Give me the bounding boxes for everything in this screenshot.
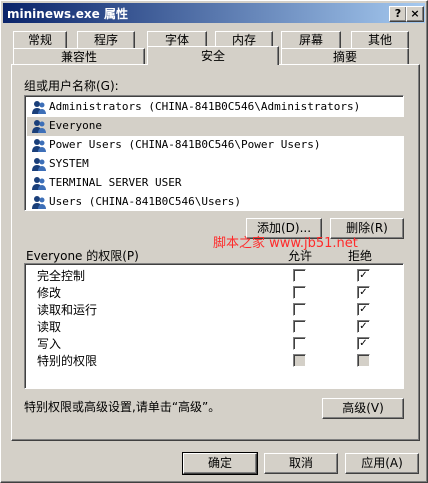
list-item[interactable]: Everyone bbox=[27, 117, 405, 136]
tab-compatibility[interactable]: 兼容性 bbox=[13, 48, 145, 65]
tab-summary[interactable]: 摘要 bbox=[281, 48, 409, 65]
user-name: TERMINAL SERVER USER bbox=[49, 176, 182, 189]
cancel-button[interactable]: 取消 bbox=[264, 453, 338, 474]
permission-name: 读取 bbox=[37, 320, 62, 334]
user-name: Power Users (CHINA-841B0C546\Power Users… bbox=[49, 138, 321, 151]
advanced-button[interactable]: 高级(V) bbox=[322, 398, 404, 419]
groups-list[interactable]: Administrators (CHINA-841B0C546\Administ… bbox=[24, 95, 405, 212]
deny-checkbox[interactable]: ✓ bbox=[357, 320, 370, 333]
allow-checkbox[interactable] bbox=[293, 303, 306, 316]
help-button[interactable]: ? bbox=[389, 6, 407, 22]
allow-checkbox[interactable] bbox=[293, 320, 306, 333]
permission-row: 完全控制 ✓ bbox=[33, 266, 393, 283]
deny-checkbox[interactable]: ✓ bbox=[357, 269, 370, 282]
ok-button[interactable]: 确定 bbox=[182, 452, 258, 475]
user-name: SYSTEM bbox=[49, 157, 89, 170]
user-group-icon bbox=[32, 139, 46, 152]
permission-row: 读取和运行 ✓ bbox=[33, 300, 393, 317]
user-group-icon bbox=[32, 158, 46, 171]
tab-program[interactable]: 程序 bbox=[77, 31, 135, 48]
permission-name: 特别的权限 bbox=[37, 354, 98, 368]
allow-checkbox[interactable] bbox=[293, 337, 306, 350]
list-item[interactable]: SYSTEM bbox=[27, 155, 405, 174]
permission-row: 修改 ✓ bbox=[33, 283, 393, 300]
permission-name: 读取和运行 bbox=[37, 303, 98, 317]
permission-name: 修改 bbox=[37, 286, 62, 300]
list-item[interactable]: Users (CHINA-841B0C546\Users) bbox=[27, 193, 405, 212]
deny-checkbox[interactable]: ✓ bbox=[357, 337, 370, 350]
list-item[interactable]: Power Users (CHINA-841B0C546\Power Users… bbox=[27, 136, 405, 155]
close-button[interactable]: × bbox=[406, 6, 424, 22]
list-item[interactable]: Administrators (CHINA-841B0C546\Administ… bbox=[27, 98, 405, 117]
allow-checkbox[interactable] bbox=[293, 286, 306, 299]
permission-row: 读取 ✓ bbox=[33, 317, 393, 334]
tab-general[interactable]: 常规 bbox=[13, 31, 67, 48]
properties-dialog: mininews.exe 属性 ? × 常规 程序 字体 内存 屏幕 其他 兼容… bbox=[0, 0, 428, 483]
permissions-list: 完全控制 ✓ 修改 ✓ 读取和运行 ✓ 读取 ✓ 写入 ✓ 特别的权限 bbox=[24, 263, 404, 389]
permission-name: 写入 bbox=[37, 337, 62, 351]
watermark-text: 脚本之家 www.jb51.net bbox=[213, 236, 358, 251]
permission-name: 完全控制 bbox=[37, 269, 86, 283]
deny-checkbox[interactable]: ✓ bbox=[357, 303, 370, 316]
deny-checkbox bbox=[357, 354, 370, 367]
tab-screen[interactable]: 屏幕 bbox=[281, 31, 341, 48]
list-item[interactable]: TERMINAL SERVER USER bbox=[27, 174, 405, 193]
window-title: mininews.exe 属性 bbox=[7, 7, 128, 21]
permission-row: 特别的权限 bbox=[33, 351, 393, 368]
user-name: Everyone bbox=[49, 119, 102, 132]
user-group-icon bbox=[32, 177, 46, 190]
deny-checkbox[interactable]: ✓ bbox=[357, 286, 370, 299]
permission-row: 写入 ✓ bbox=[33, 334, 393, 351]
allow-checkbox bbox=[293, 354, 306, 367]
advanced-note: 特别权限或高级设置,请单击“高级”。 bbox=[24, 400, 221, 414]
title-bar[interactable]: mininews.exe 属性 ? × bbox=[3, 3, 425, 23]
apply-button[interactable]: 应用(A) bbox=[345, 453, 419, 474]
tab-security[interactable]: 安全 bbox=[147, 46, 279, 65]
allow-checkbox[interactable] bbox=[293, 269, 306, 282]
permissions-label: Everyone 的权限(P) bbox=[26, 249, 139, 263]
user-group-icon bbox=[32, 120, 46, 133]
user-group-icon bbox=[32, 101, 46, 114]
tab-other[interactable]: 其他 bbox=[351, 31, 409, 48]
groups-label: 组或用户名称(G): bbox=[24, 79, 119, 93]
security-panel: 组或用户名称(G): Administrators (CHINA-841B0C5… bbox=[11, 64, 420, 441]
user-name: Administrators (CHINA-841B0C546\Administ… bbox=[49, 100, 361, 113]
user-name: Users (CHINA-841B0C546\Users) bbox=[49, 195, 242, 208]
user-group-icon bbox=[32, 196, 46, 209]
